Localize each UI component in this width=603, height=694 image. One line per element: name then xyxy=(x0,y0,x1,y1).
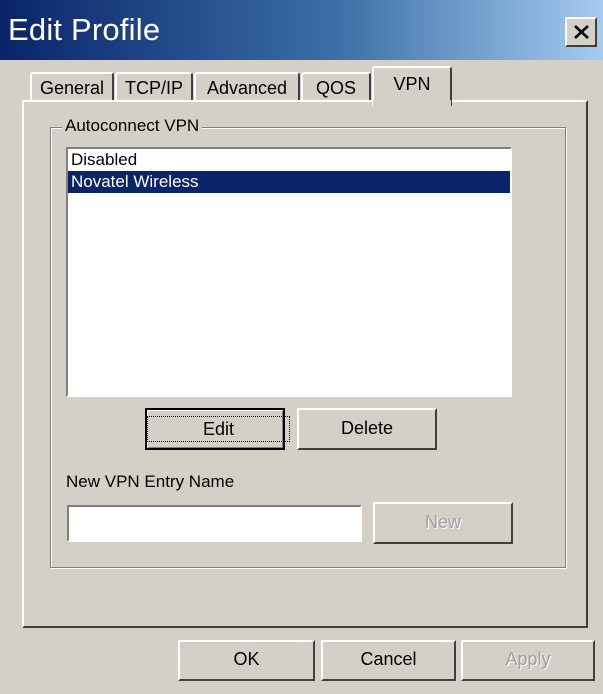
tab-tcp-ip-label: TCP/IP xyxy=(124,78,183,98)
edit-profile-dialog: Edit Profile General TCP/IP Advanced QOS… xyxy=(0,0,603,694)
new-vpn-entry-name-label: New VPN Entry Name xyxy=(66,472,235,491)
autoconnect-vpn-list[interactable]: Disabled Novatel Wireless xyxy=(66,147,512,397)
list-item-novatel-wireless[interactable]: Novatel Wireless xyxy=(68,171,510,193)
tab-qos[interactable]: QOS xyxy=(301,72,371,102)
tab-advanced-label: Advanced xyxy=(206,78,288,98)
close-icon xyxy=(574,25,589,39)
new-button-label: New xyxy=(424,512,461,532)
active-tab-joint xyxy=(373,100,451,106)
delete-button[interactable]: Delete xyxy=(297,408,437,450)
window-title: Edit Profile xyxy=(8,12,161,47)
cancel-button-label: Cancel xyxy=(360,649,417,669)
tab-general-label: General xyxy=(39,78,105,98)
tab-advanced[interactable]: Advanced xyxy=(194,72,300,102)
tab-qos-label: QOS xyxy=(315,78,356,98)
edit-button-label: Edit xyxy=(147,416,291,442)
apply-button-label: Apply xyxy=(505,649,551,669)
tab-vpn-label: VPN xyxy=(393,74,431,94)
new-button[interactable]: New xyxy=(373,502,513,544)
cancel-button[interactable]: Cancel xyxy=(321,640,456,681)
list-item-disabled[interactable]: Disabled xyxy=(68,149,510,171)
delete-button-label: Delete xyxy=(340,418,394,438)
title-bar: Edit Profile xyxy=(0,0,603,60)
tab-tcp-ip[interactable]: TCP/IP xyxy=(115,72,193,102)
ok-button[interactable]: OK xyxy=(178,640,315,681)
new-vpn-entry-name-input[interactable] xyxy=(67,505,362,542)
edit-button[interactable]: Edit xyxy=(145,408,291,450)
tab-general[interactable]: General xyxy=(30,72,114,102)
ok-button-label: OK xyxy=(233,649,260,669)
apply-button[interactable]: Apply xyxy=(461,640,595,681)
autoconnect-vpn-group-label: Autoconnect VPN xyxy=(62,116,203,136)
close-button[interactable] xyxy=(565,17,597,47)
